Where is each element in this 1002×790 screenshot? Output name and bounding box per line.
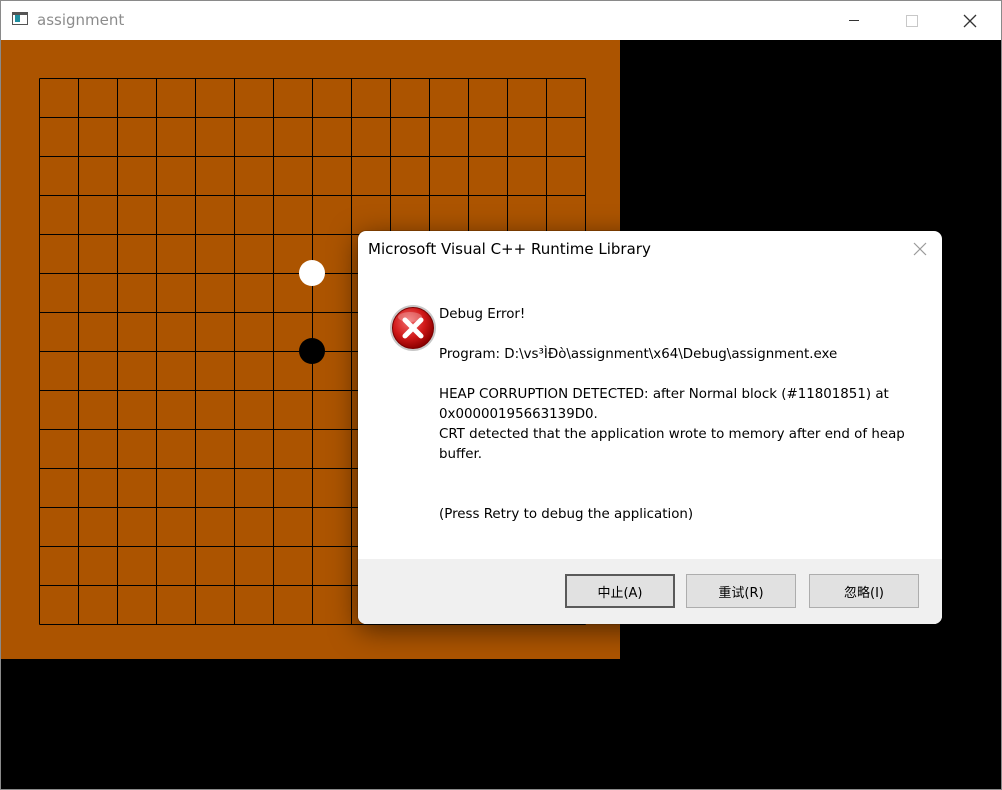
dialog-close-icon[interactable] [912, 241, 928, 257]
dialog-title: Microsoft Visual C++ Runtime Library [368, 240, 651, 258]
close-icon [963, 14, 977, 27]
error-heading: Debug Error! [439, 307, 526, 322]
close-button[interactable] [941, 1, 999, 40]
app-window-icon [12, 12, 28, 25]
program-path: Program: D:\vs³ÌÐò\assignment\x64\Debug\… [439, 347, 838, 362]
dialog-message: Debug Error! Program: D:\vs³ÌÐò\assignme… [439, 305, 919, 525]
retry-button[interactable]: 重试(R) [686, 574, 796, 608]
dialog-button-bar: 中止(A) 重试(R) 忽略(I) [358, 559, 942, 624]
error-details: HEAP CORRUPTION DETECTED: after Normal b… [439, 387, 905, 462]
maximize-icon [906, 14, 918, 27]
window-title: assignment [37, 11, 125, 29]
black-stone [299, 338, 325, 364]
abort-button[interactable]: 中止(A) [565, 574, 675, 608]
error-icon [390, 305, 436, 351]
retry-hint: (Press Retry to debug the application) [439, 507, 694, 522]
white-stone [299, 260, 325, 286]
minimize-button[interactable] [825, 1, 883, 40]
maximize-button[interactable] [883, 1, 941, 40]
ignore-button[interactable]: 忽略(I) [809, 574, 919, 608]
error-dialog: Microsoft Visual C++ Runtime Library Deb… [358, 231, 942, 624]
minimize-icon [849, 20, 859, 21]
title-bar[interactable]: assignment [1, 1, 1001, 40]
